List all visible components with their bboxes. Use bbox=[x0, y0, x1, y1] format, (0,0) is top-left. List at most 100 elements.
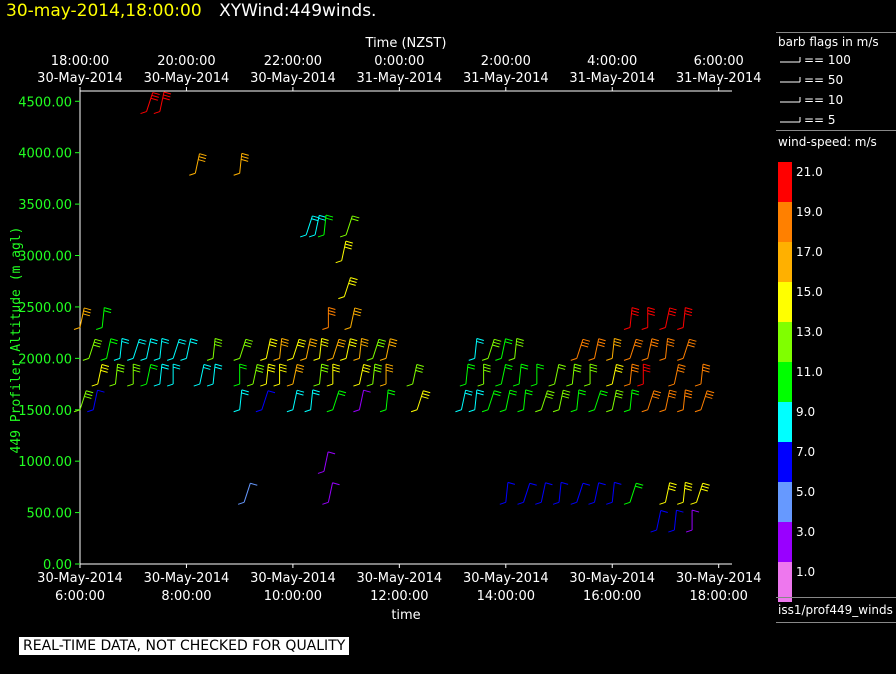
wind-barb bbox=[694, 363, 711, 387]
barb-shaft bbox=[700, 390, 708, 410]
barb-base bbox=[109, 383, 116, 387]
barb-shaft bbox=[92, 390, 98, 410]
barb-flag bbox=[296, 389, 305, 393]
barb-flag bbox=[325, 217, 333, 221]
legend-divider bbox=[776, 32, 896, 33]
barb-base bbox=[468, 357, 475, 361]
wind-barb bbox=[366, 363, 382, 387]
wind-barb bbox=[481, 390, 502, 413]
wind-barb bbox=[273, 337, 289, 361]
speed-legend-title: wind-speed: m/s bbox=[778, 135, 877, 149]
barb-base bbox=[455, 409, 462, 413]
barb-flag bbox=[101, 364, 110, 367]
barb-flag bbox=[338, 338, 347, 342]
barb-flag bbox=[668, 313, 676, 317]
barb-base bbox=[127, 357, 134, 361]
barb-base bbox=[623, 357, 631, 361]
wind-barb bbox=[499, 389, 518, 413]
barb-flag bbox=[476, 392, 484, 396]
barb-base bbox=[322, 501, 329, 505]
colorbar-swatch bbox=[778, 562, 792, 602]
top-tick-label: 31-May-2014 bbox=[357, 71, 443, 86]
barb-flag bbox=[327, 451, 336, 455]
wind-barb bbox=[659, 307, 677, 330]
wind-barb bbox=[286, 338, 307, 361]
barb-shaft bbox=[558, 482, 562, 503]
barb-flag bbox=[309, 341, 317, 345]
barb-flag bbox=[310, 338, 318, 342]
barb-flag bbox=[345, 240, 353, 244]
barb-flag bbox=[320, 343, 329, 347]
barb-flag bbox=[121, 340, 129, 344]
barb-flag bbox=[332, 369, 340, 373]
bottom-tick-label: 6:00:00 bbox=[55, 589, 105, 604]
barb-shaft bbox=[385, 389, 389, 410]
barb-shaft bbox=[358, 338, 363, 359]
barb-flag bbox=[505, 338, 513, 342]
wind-barb bbox=[694, 390, 715, 413]
barb-base bbox=[273, 357, 280, 361]
barb-flag bbox=[636, 338, 644, 342]
barb-flag bbox=[163, 94, 171, 98]
colorbar-label: 17.0 bbox=[796, 245, 823, 259]
barb-flag bbox=[615, 366, 623, 370]
barb-shaft bbox=[358, 390, 365, 410]
barb-flag bbox=[643, 363, 651, 367]
barb-base bbox=[481, 357, 489, 361]
bottom-tick-label: 14:00:00 bbox=[477, 589, 535, 604]
barb-base bbox=[459, 383, 467, 387]
barb-base bbox=[668, 383, 675, 387]
barb-flag bbox=[492, 344, 500, 348]
barb-flag bbox=[562, 392, 570, 396]
y-tick-label: 4000.00 bbox=[18, 147, 72, 162]
barb-base bbox=[260, 357, 267, 361]
barb-flag bbox=[173, 363, 181, 367]
wind-barb bbox=[313, 337, 329, 361]
barb-flag bbox=[348, 344, 357, 348]
barb-flag bbox=[214, 343, 222, 347]
barb-flag bbox=[241, 155, 249, 159]
barb-base bbox=[260, 383, 267, 387]
barb-base bbox=[255, 409, 263, 413]
barb-flag bbox=[643, 369, 651, 373]
top-tick-label: 2:00:00 bbox=[481, 54, 531, 69]
barb-flag bbox=[363, 389, 371, 393]
barb-flag bbox=[298, 341, 306, 345]
barb-flag bbox=[239, 366, 247, 370]
colorbar-label: 11.0 bbox=[796, 365, 823, 379]
barb-base bbox=[659, 327, 666, 330]
top-tick-label: 22:00:00 bbox=[264, 54, 322, 69]
barb-base bbox=[641, 357, 648, 361]
barb-flag bbox=[494, 390, 502, 394]
barb-base bbox=[694, 383, 702, 387]
barb-flag bbox=[82, 313, 91, 317]
barb-flag bbox=[493, 393, 501, 397]
barb-flag bbox=[86, 390, 94, 394]
wind-barb bbox=[468, 389, 484, 413]
wind-barb bbox=[517, 482, 537, 505]
wind-barb bbox=[237, 482, 258, 505]
wind-barb bbox=[517, 389, 533, 413]
barb-shaft bbox=[576, 483, 584, 503]
wind-barb bbox=[570, 482, 591, 505]
barb-flag bbox=[677, 366, 686, 370]
wind-barb bbox=[91, 364, 110, 387]
barb-flag bbox=[668, 392, 677, 396]
wind-barb bbox=[650, 510, 668, 533]
barb-flag bbox=[349, 341, 357, 345]
wind-barbs bbox=[73, 91, 715, 533]
barb-flag bbox=[685, 389, 693, 393]
barb-flag bbox=[297, 344, 305, 348]
top-tick-label: 30-May-2014 bbox=[37, 71, 123, 86]
wind-barb bbox=[583, 363, 598, 387]
barb-shaft bbox=[292, 390, 298, 410]
barb-flag bbox=[281, 340, 289, 344]
wind-barb bbox=[300, 338, 318, 361]
barb-shaft bbox=[323, 451, 329, 472]
wind-barb bbox=[548, 364, 566, 387]
barb-flag bbox=[389, 341, 397, 345]
barb-flag bbox=[93, 344, 101, 348]
barb-flag bbox=[589, 369, 598, 373]
barb-flag bbox=[345, 243, 353, 247]
wind-barb bbox=[180, 338, 198, 361]
